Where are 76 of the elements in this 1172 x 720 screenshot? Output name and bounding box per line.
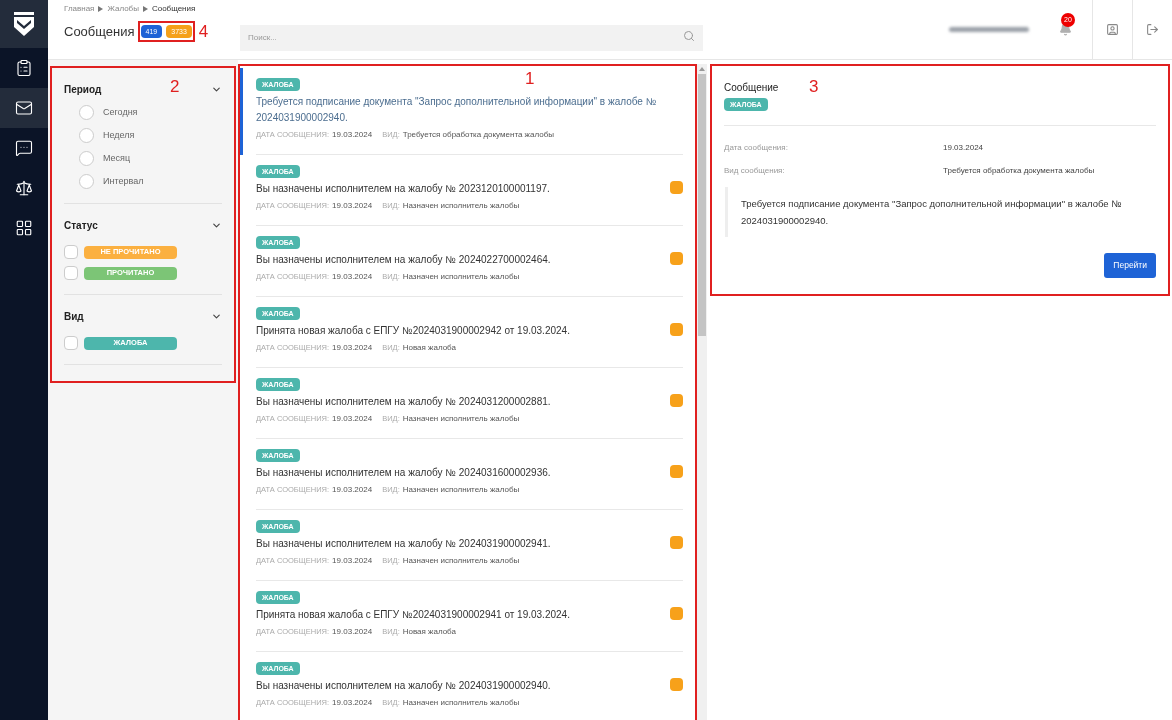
message-title: Принята новая жалоба с ЕПГУ №2024031900002942 от 19.03.2024. <box>256 324 571 338</box>
chevron-icon[interactable] <box>211 84 222 95</box>
message-kind: Назначен исполнитель жалобы <box>402 485 520 494</box>
message-title: Принята новая жалоба с ЕПГУ №2024031900002941 от 19.03.2024. <box>256 608 571 622</box>
logout-icon[interactable] <box>1146 23 1159 36</box>
message-date: 19.03.2024 <box>332 485 373 494</box>
radio-button[interactable] <box>79 128 94 143</box>
message-kind: Требуется обработка документа жалобы <box>402 130 554 139</box>
search-field[interactable]: Поиск... <box>240 24 703 51</box>
message-date: 19.03.2024 <box>332 201 373 210</box>
chat-icon <box>15 139 33 157</box>
scrollbar-thumb[interactable] <box>698 74 706 336</box>
go-button[interactable]: Перейти <box>1104 253 1156 278</box>
radio-label: Сегодня <box>103 105 138 119</box>
search-icon[interactable] <box>683 30 695 42</box>
message-date: 19.03.2024 <box>332 414 373 423</box>
scroll-up-icon[interactable] <box>699 66 705 72</box>
mail-icon <box>15 99 33 117</box>
radio-label: Неделя <box>103 128 135 142</box>
scales-icon <box>15 179 33 197</box>
message-kind: Назначен исполнитель жалобы <box>402 272 520 281</box>
sidebar-item[interactable] <box>0 88 48 128</box>
filter-section-title: Период <box>64 83 102 97</box>
annotation-number: 4 <box>198 23 209 40</box>
detail-title: Сообщение <box>724 81 779 95</box>
message-kind: Новая жалоба <box>402 343 456 352</box>
field-label: Дата сообщения: <box>724 142 789 154</box>
radio-button[interactable] <box>79 174 94 189</box>
message-title: Вы назначены исполнителем на жалобу № 2024031200002881. <box>256 395 552 409</box>
message-title: Вы назначены исполнителем на жалобу № 2023120100001197. <box>256 182 551 196</box>
message-date: 19.03.2024 <box>332 272 373 281</box>
message-kind: Новая жалоба <box>402 627 456 636</box>
filter-section-title: Вид <box>64 310 84 324</box>
message-title: Вы назначены исполнителем на жалобу № 2024031900002941. <box>256 537 552 551</box>
message-date: 19.03.2024 <box>332 343 373 352</box>
checkbox[interactable] <box>64 266 78 280</box>
grid-icon <box>15 219 33 237</box>
list-icon <box>15 59 33 77</box>
scrollbar[interactable] <box>697 64 707 720</box>
chevron-icon[interactable] <box>211 311 222 322</box>
checkbox[interactable] <box>64 245 78 259</box>
field-value: 19.03.2024 <box>943 142 984 154</box>
message-kind: Назначен исполнитель жалобы <box>402 201 520 210</box>
breadcrumb-link[interactable]: Жалобы <box>107 3 139 15</box>
breadcrumb-link[interactable]: Главная <box>64 3 95 15</box>
breadcrumb-separator-icon <box>98 6 104 12</box>
message-date: 19.03.2024 <box>332 627 373 636</box>
message-kind: Назначен исполнитель жалобы <box>402 698 520 707</box>
message-date: 19.03.2024 <box>332 698 373 707</box>
radio-button[interactable] <box>79 151 94 166</box>
field-value: Требуется обработка документа жалобы <box>943 165 1095 177</box>
message-title: Требуется подписание документа "Запрос дополнительной информации" в жалобе № 2024031900002940. <box>256 95 658 125</box>
message-kind: Назначен исполнитель жалобы <box>402 414 520 423</box>
logo[interactable] <box>0 0 48 48</box>
message-kind: Назначен исполнитель жалобы <box>402 556 520 565</box>
shield-logo-icon <box>13 11 35 37</box>
annotation-frame <box>137 21 195 42</box>
radio-button[interactable] <box>79 105 94 120</box>
annotation-number: 1 <box>525 70 535 87</box>
breadcrumb-separator-icon <box>142 6 148 12</box>
message-date: 19.03.2024 <box>332 556 373 565</box>
field-label: Вид сообщения: <box>724 165 786 177</box>
message-date: 19.03.2024 <box>332 130 373 139</box>
profile-icon[interactable] <box>1106 23 1119 36</box>
chevron-icon[interactable] <box>211 220 222 231</box>
checkbox[interactable] <box>64 336 78 350</box>
radio-label: Месяц <box>103 151 131 165</box>
annotation-number: 2 <box>170 78 180 95</box>
message-text: Требуется подписание документа "Запрос дополнительной информации" в жалобе № 2024031900002940. <box>741 197 1123 228</box>
filter-section-title: Статус <box>64 219 98 233</box>
message-title: Вы назначены исполнителем на жалобу № 2024022700002464. <box>256 253 552 267</box>
message-title: Вы назначены исполнителем на жалобу № 2024031600002936. <box>256 466 552 480</box>
page-title: Сообщения <box>64 22 135 41</box>
annotation-number: 3 <box>809 78 819 95</box>
radio-label: Интервал <box>103 174 144 188</box>
message-title: Вы назначены исполнителем на жалобу № 2024031900002940. <box>256 679 552 693</box>
